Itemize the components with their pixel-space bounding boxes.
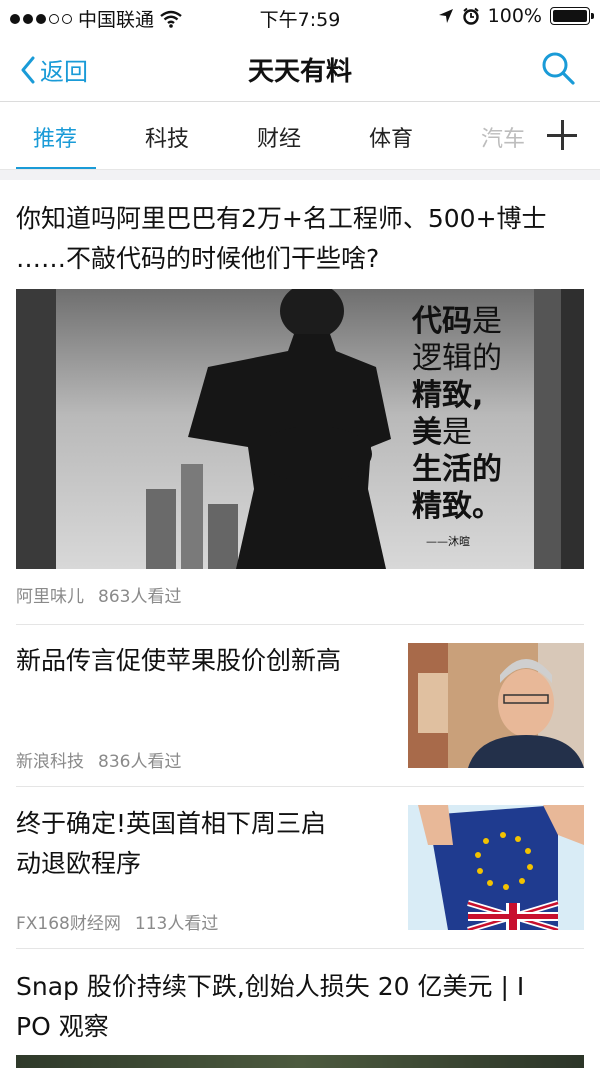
article-title-line-1: Snap 股价持续下跌,创始人损失 20 亿美元 | I: [16, 972, 525, 1001]
article-hero-image[interactable]: 代码是 逻辑的 精致, 美是 生活的 精致。 ——沐暄: [16, 289, 584, 569]
article-meta: 阿里味儿 863人看过: [16, 582, 181, 607]
article-views: 836人看过: [98, 752, 182, 772]
chevron-left-icon: [21, 56, 35, 83]
divider: [16, 624, 584, 625]
divider: [16, 948, 584, 949]
news-item[interactable]: Snap 股价持续下跌,创始人损失 20 亿美元 | I PO 观察: [16, 967, 584, 1047]
article-title-line-1: 终于确定!英国首相下周三启: [16, 809, 327, 838]
tab-sports[interactable]: 体育: [369, 121, 413, 153]
alarm-clock-icon: [462, 7, 479, 25]
article-views: 863人看过: [98, 587, 182, 607]
article-source: FX168财经网: [16, 914, 121, 934]
tab-recommended[interactable]: 推荐: [33, 121, 77, 153]
news-item-featured[interactable]: 你知道吗阿里巴巴有2万+名工程师、500+博士 ……不敲代码的时候他们干些啥?: [16, 199, 584, 279]
location-arrow-icon: [438, 9, 453, 23]
add-category-button[interactable]: [538, 104, 600, 168]
article-meta: 新浪科技 836人看过: [16, 747, 181, 772]
article-title-line-1: 你知道吗阿里巴巴有2万+名工程师、500+博士: [16, 204, 547, 233]
article-title-line-2: ……不敲代码的时候他们干些啥?: [16, 244, 380, 273]
person-portrait-image: [408, 643, 584, 768]
article-thumbnail[interactable]: [408, 643, 584, 768]
article-title-line-2: 动退欧程序: [16, 849, 142, 878]
tab-finance[interactable]: 财经: [257, 121, 301, 153]
tab-auto[interactable]: 汽车: [481, 121, 525, 153]
category-tab-bar: 推荐 科技 财经 体育 汽车: [0, 103, 600, 170]
search-icon[interactable]: [540, 50, 576, 86]
navigation-bar: 返回 天天有料: [0, 34, 600, 102]
section-separator: [0, 169, 600, 180]
article-views: 113人看过: [134, 914, 219, 934]
page-title: 天天有料: [247, 57, 352, 87]
hero-quote-text: 代码是 逻辑的 精致, 美是 生活的 精致。: [412, 304, 502, 524]
news-item[interactable]: 新品传言促使苹果股价创新高: [16, 641, 396, 681]
back-button[interactable]: 返回: [20, 52, 88, 87]
tab-tech[interactable]: 科技: [145, 121, 189, 153]
battery-icon: [550, 7, 594, 25]
article-meta: FX168财经网 113人看过: [16, 909, 218, 934]
news-item[interactable]: 终于确定!英国首相下周三启 动退欧程序: [16, 804, 396, 884]
article-source: 新浪科技: [16, 752, 84, 772]
divider: [16, 786, 584, 787]
article-thumbnail[interactable]: [408, 805, 584, 930]
article-title-line-1: 新品传言促使苹果股价创新高: [16, 646, 342, 675]
article-title-line-2: PO 观察: [16, 1012, 109, 1041]
status-bar: 中国联通 下午7:59 100%: [0, 0, 600, 34]
article-image-partial[interactable]: [16, 1055, 584, 1068]
article-source: 阿里味儿: [16, 587, 84, 607]
back-button-label: 返回: [40, 58, 88, 86]
hero-quote-signature: ——沐暄: [426, 535, 470, 548]
eu-uk-flag-shirt-image: [408, 805, 584, 930]
battery-percent: 100%: [487, 5, 542, 27]
